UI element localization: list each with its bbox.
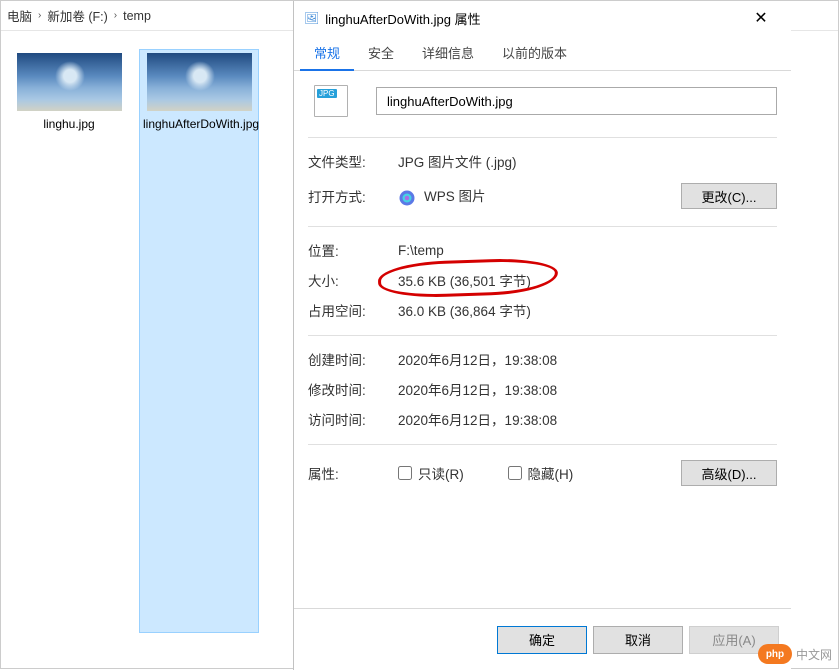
breadcrumb-part-pc[interactable]: 电脑	[7, 6, 32, 25]
tab-bar: 常规 安全 详细信息 以前的版本	[294, 35, 791, 71]
label-modified: 修改时间:	[308, 379, 398, 399]
file-list[interactable]: linghu.jpg linghuAfterDoWith.jpg	[1, 31, 291, 651]
label-size: 大小:	[308, 270, 398, 290]
label-open-with: 打开方式:	[308, 186, 398, 206]
divider	[308, 335, 777, 336]
thumbnail-icon	[17, 53, 122, 111]
tab-previous-versions[interactable]: 以前的版本	[488, 35, 581, 70]
php-badge-icon: php	[758, 644, 792, 664]
file-item-1[interactable]: linghu.jpg	[9, 49, 129, 633]
label-size-on-disk: 占用空间:	[308, 300, 398, 320]
properties-dialog: 🖼 linghuAfterDoWith.jpg 属性 ✕ 常规 安全 详细信息 …	[293, 1, 791, 670]
divider	[308, 137, 777, 138]
dialog-title: linghuAfterDoWith.jpg 属性	[325, 9, 480, 28]
label-created: 创建时间:	[308, 349, 398, 369]
breadcrumb-part-drive[interactable]: 新加卷 (F:)	[47, 6, 107, 25]
chevron-right-icon: ›	[112, 10, 119, 21]
value-size-on-disk: 36.0 KB (36,864 字节)	[398, 300, 777, 320]
advanced-button[interactable]: 高级(D)...	[681, 460, 777, 486]
cancel-button[interactable]: 取消	[593, 626, 683, 654]
divider	[308, 226, 777, 227]
dialog-titlebar[interactable]: 🖼 linghuAfterDoWith.jpg 属性 ✕	[294, 1, 791, 35]
value-file-type: JPG 图片文件 (.jpg)	[398, 151, 777, 171]
value-location: F:\temp	[398, 243, 777, 258]
checkbox-readonly-box[interactable]	[398, 466, 412, 480]
image-file-icon: 🖼	[304, 11, 319, 25]
tab-security[interactable]: 安全	[354, 35, 408, 70]
ok-button[interactable]: 确定	[497, 626, 587, 654]
value-modified: 2020年6月12日，19:38:08	[398, 379, 777, 399]
tab-details[interactable]: 详细信息	[408, 35, 488, 70]
value-accessed: 2020年6月12日，19:38:08	[398, 409, 777, 429]
close-icon[interactable]: ✕	[741, 8, 781, 28]
checkbox-hidden[interactable]: 隐藏(H)	[508, 463, 574, 483]
label-file-type: 文件类型:	[308, 151, 398, 171]
file-name: linghu.jpg	[13, 117, 125, 131]
change-button[interactable]: 更改(C)...	[681, 183, 777, 209]
checkbox-hidden-box[interactable]	[508, 466, 522, 480]
dialog-actions: 确定 取消 应用(A)	[294, 608, 791, 670]
file-name: linghuAfterDoWith.jpg	[143, 117, 255, 131]
label-attributes: 属性:	[308, 463, 398, 483]
thumbnail-icon	[147, 53, 252, 111]
tab-content-general: 文件类型: JPG 图片文件 (.jpg) 打开方式: WPS 图片 更改(C)…	[294, 71, 791, 608]
tab-general[interactable]: 常规	[300, 35, 354, 71]
label-accessed: 访问时间:	[308, 409, 398, 429]
file-item-2-selected[interactable]: linghuAfterDoWith.jpg	[139, 49, 259, 633]
watermark-text: 中文网	[796, 646, 832, 663]
jpg-file-icon	[314, 85, 348, 117]
breadcrumb-part-folder[interactable]: temp	[123, 9, 151, 23]
divider	[308, 444, 777, 445]
value-created: 2020年6月12日，19:38:08	[398, 349, 777, 369]
filename-input[interactable]	[376, 87, 777, 115]
label-location: 位置:	[308, 240, 398, 260]
wps-icon	[398, 189, 416, 207]
chevron-right-icon: ›	[36, 10, 43, 21]
checkbox-readonly[interactable]: 只读(R)	[398, 463, 464, 483]
watermark: php 中文网	[758, 644, 832, 664]
value-size: 35.6 KB (36,501 字节)	[398, 274, 531, 289]
value-open-with: WPS 图片	[398, 185, 681, 206]
